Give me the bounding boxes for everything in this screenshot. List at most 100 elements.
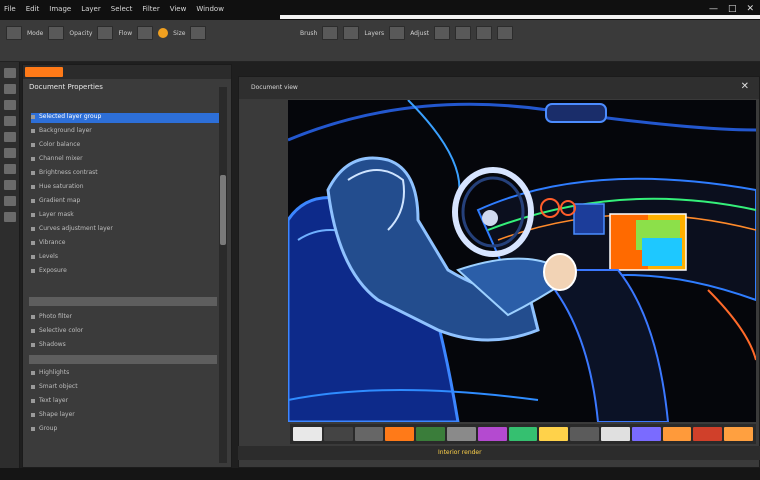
layer-icon [31, 128, 35, 133]
layer-icon [31, 342, 35, 347]
thumbnail[interactable] [539, 427, 569, 441]
list-item[interactable]: Smart object [31, 383, 225, 393]
thumbnail[interactable] [693, 427, 723, 441]
list-item[interactable]: Color balance [31, 141, 225, 151]
menu-item-image[interactable]: Image [49, 5, 71, 13]
list-item[interactable]: Exposure [31, 267, 225, 277]
menu-item-edit[interactable]: Edit [26, 5, 40, 13]
eraser-tool-icon[interactable] [3, 148, 16, 158]
thumbnail[interactable] [385, 427, 415, 441]
thumbnail[interactable] [662, 427, 692, 441]
list-item[interactable]: Shadows [31, 341, 225, 351]
list-item[interactable]: Brightness contrast [31, 169, 225, 179]
thumbnail[interactable] [477, 427, 507, 441]
size-field[interactable] [190, 26, 207, 40]
toolbar-group-left: Mode Opacity Flow Size [6, 26, 207, 40]
thumbnail[interactable] [600, 427, 630, 441]
list-item-label: Selective color [39, 327, 84, 334]
layer-icon [31, 412, 35, 417]
list-item[interactable]: Hue saturation [31, 183, 225, 193]
layer-icon [31, 314, 35, 319]
layer-icon [31, 212, 35, 217]
list-item[interactable]: Highlights [31, 369, 225, 379]
lasso-tool-icon[interactable] [3, 100, 16, 110]
status-bar: Interior render [238, 446, 760, 460]
layer-icon [31, 240, 35, 245]
list-item[interactable]: Background layer [31, 127, 225, 137]
list-item[interactable]: Layer mask [31, 211, 225, 221]
layer-icon [31, 268, 35, 273]
panel-tab-active[interactable] [25, 67, 63, 77]
list-item[interactable]: Text layer [31, 397, 225, 407]
symmetry-button[interactable] [475, 26, 492, 40]
thumbnail[interactable] [724, 427, 753, 441]
adjust-button[interactable] [433, 26, 450, 40]
close-document-icon[interactable]: ✕ [741, 81, 749, 92]
menu-item-view[interactable]: View [170, 5, 187, 13]
list-item-label: Text layer [39, 397, 69, 404]
menu-item-file[interactable]: File [4, 5, 16, 13]
flow-field[interactable] [137, 26, 154, 40]
list-item-label: Hue saturation [39, 183, 84, 190]
canvas-viewport[interactable] [288, 100, 756, 422]
tools-strip [0, 62, 20, 470]
layer-icon [31, 226, 35, 231]
airbrush-button[interactable] [343, 26, 360, 40]
list-item[interactable]: Channel mixer [31, 155, 225, 165]
thumbnail[interactable] [293, 427, 322, 441]
document-title: Document view [251, 84, 298, 91]
list-item-label: Curves adjustment layer [39, 225, 113, 232]
panel-scrollbar[interactable] [219, 87, 227, 463]
list-item[interactable]: Levels [31, 253, 225, 263]
toolbar-label-layers: Layers [364, 29, 385, 37]
hand-tool-icon[interactable] [3, 196, 16, 206]
list-item[interactable]: Vibrance [31, 239, 225, 249]
text-tool-icon[interactable] [3, 180, 16, 190]
pressure-button[interactable] [454, 26, 471, 40]
tool-preset-button[interactable] [6, 26, 22, 40]
menu-item-select[interactable]: Select [111, 5, 133, 13]
brush-button[interactable] [322, 26, 339, 40]
layer-icon [31, 370, 35, 375]
thumbnail[interactable] [631, 427, 661, 441]
mode-dropdown[interactable] [48, 26, 65, 40]
thumbnail[interactable] [570, 427, 599, 441]
opacity-field[interactable] [97, 26, 114, 40]
toolbar-label-size: Size [173, 29, 186, 37]
panel-scrollbar-thumb[interactable] [220, 175, 226, 245]
thumbnail[interactable] [323, 427, 353, 441]
thumbnail[interactable] [446, 427, 476, 441]
menu-item-layer[interactable]: Layer [81, 5, 101, 13]
thumbnail[interactable] [416, 427, 445, 441]
taskbar [0, 468, 760, 480]
list-item[interactable]: Curves adjustment layer [31, 225, 225, 235]
layer-icon [31, 384, 35, 389]
menu-bar: File Edit Image Layer Select Filter View… [4, 5, 224, 13]
workspace-button[interactable] [496, 26, 513, 40]
list-item[interactable]: Selective color [31, 327, 225, 337]
menu-item-window[interactable]: Window [196, 5, 224, 13]
layers-button[interactable] [389, 26, 406, 40]
gradient-tool-icon[interactable] [3, 164, 16, 174]
layer-icon [31, 426, 35, 431]
menu-item-filter[interactable]: Filter [142, 5, 159, 13]
close-icon[interactable]: ✕ [746, 4, 754, 14]
list-item[interactable]: Gradient map [31, 197, 225, 207]
list-item[interactable]: Shape layer [31, 411, 225, 421]
maximize-icon[interactable]: □ [728, 4, 737, 14]
list-item[interactable]: Photo filter [31, 313, 225, 323]
thumbnail[interactable] [354, 427, 384, 441]
crop-tool-icon[interactable] [3, 116, 16, 126]
move-tool-icon[interactable] [3, 68, 16, 78]
list-item[interactable]: Selected layer group [31, 113, 225, 123]
minimize-icon[interactable]: — [709, 4, 718, 14]
marquee-tool-icon[interactable] [3, 84, 16, 94]
color-swatch-icon[interactable] [158, 28, 169, 38]
brush-tool-icon[interactable] [3, 132, 16, 142]
zoom-tool-icon[interactable] [3, 212, 16, 222]
thumbnail[interactable] [508, 427, 538, 441]
layer-icon [31, 170, 35, 175]
list-item-label: Color balance [39, 141, 81, 148]
toolbar-group-right: Brush Layers Adjust [300, 26, 513, 40]
list-item[interactable]: Group [31, 425, 225, 435]
